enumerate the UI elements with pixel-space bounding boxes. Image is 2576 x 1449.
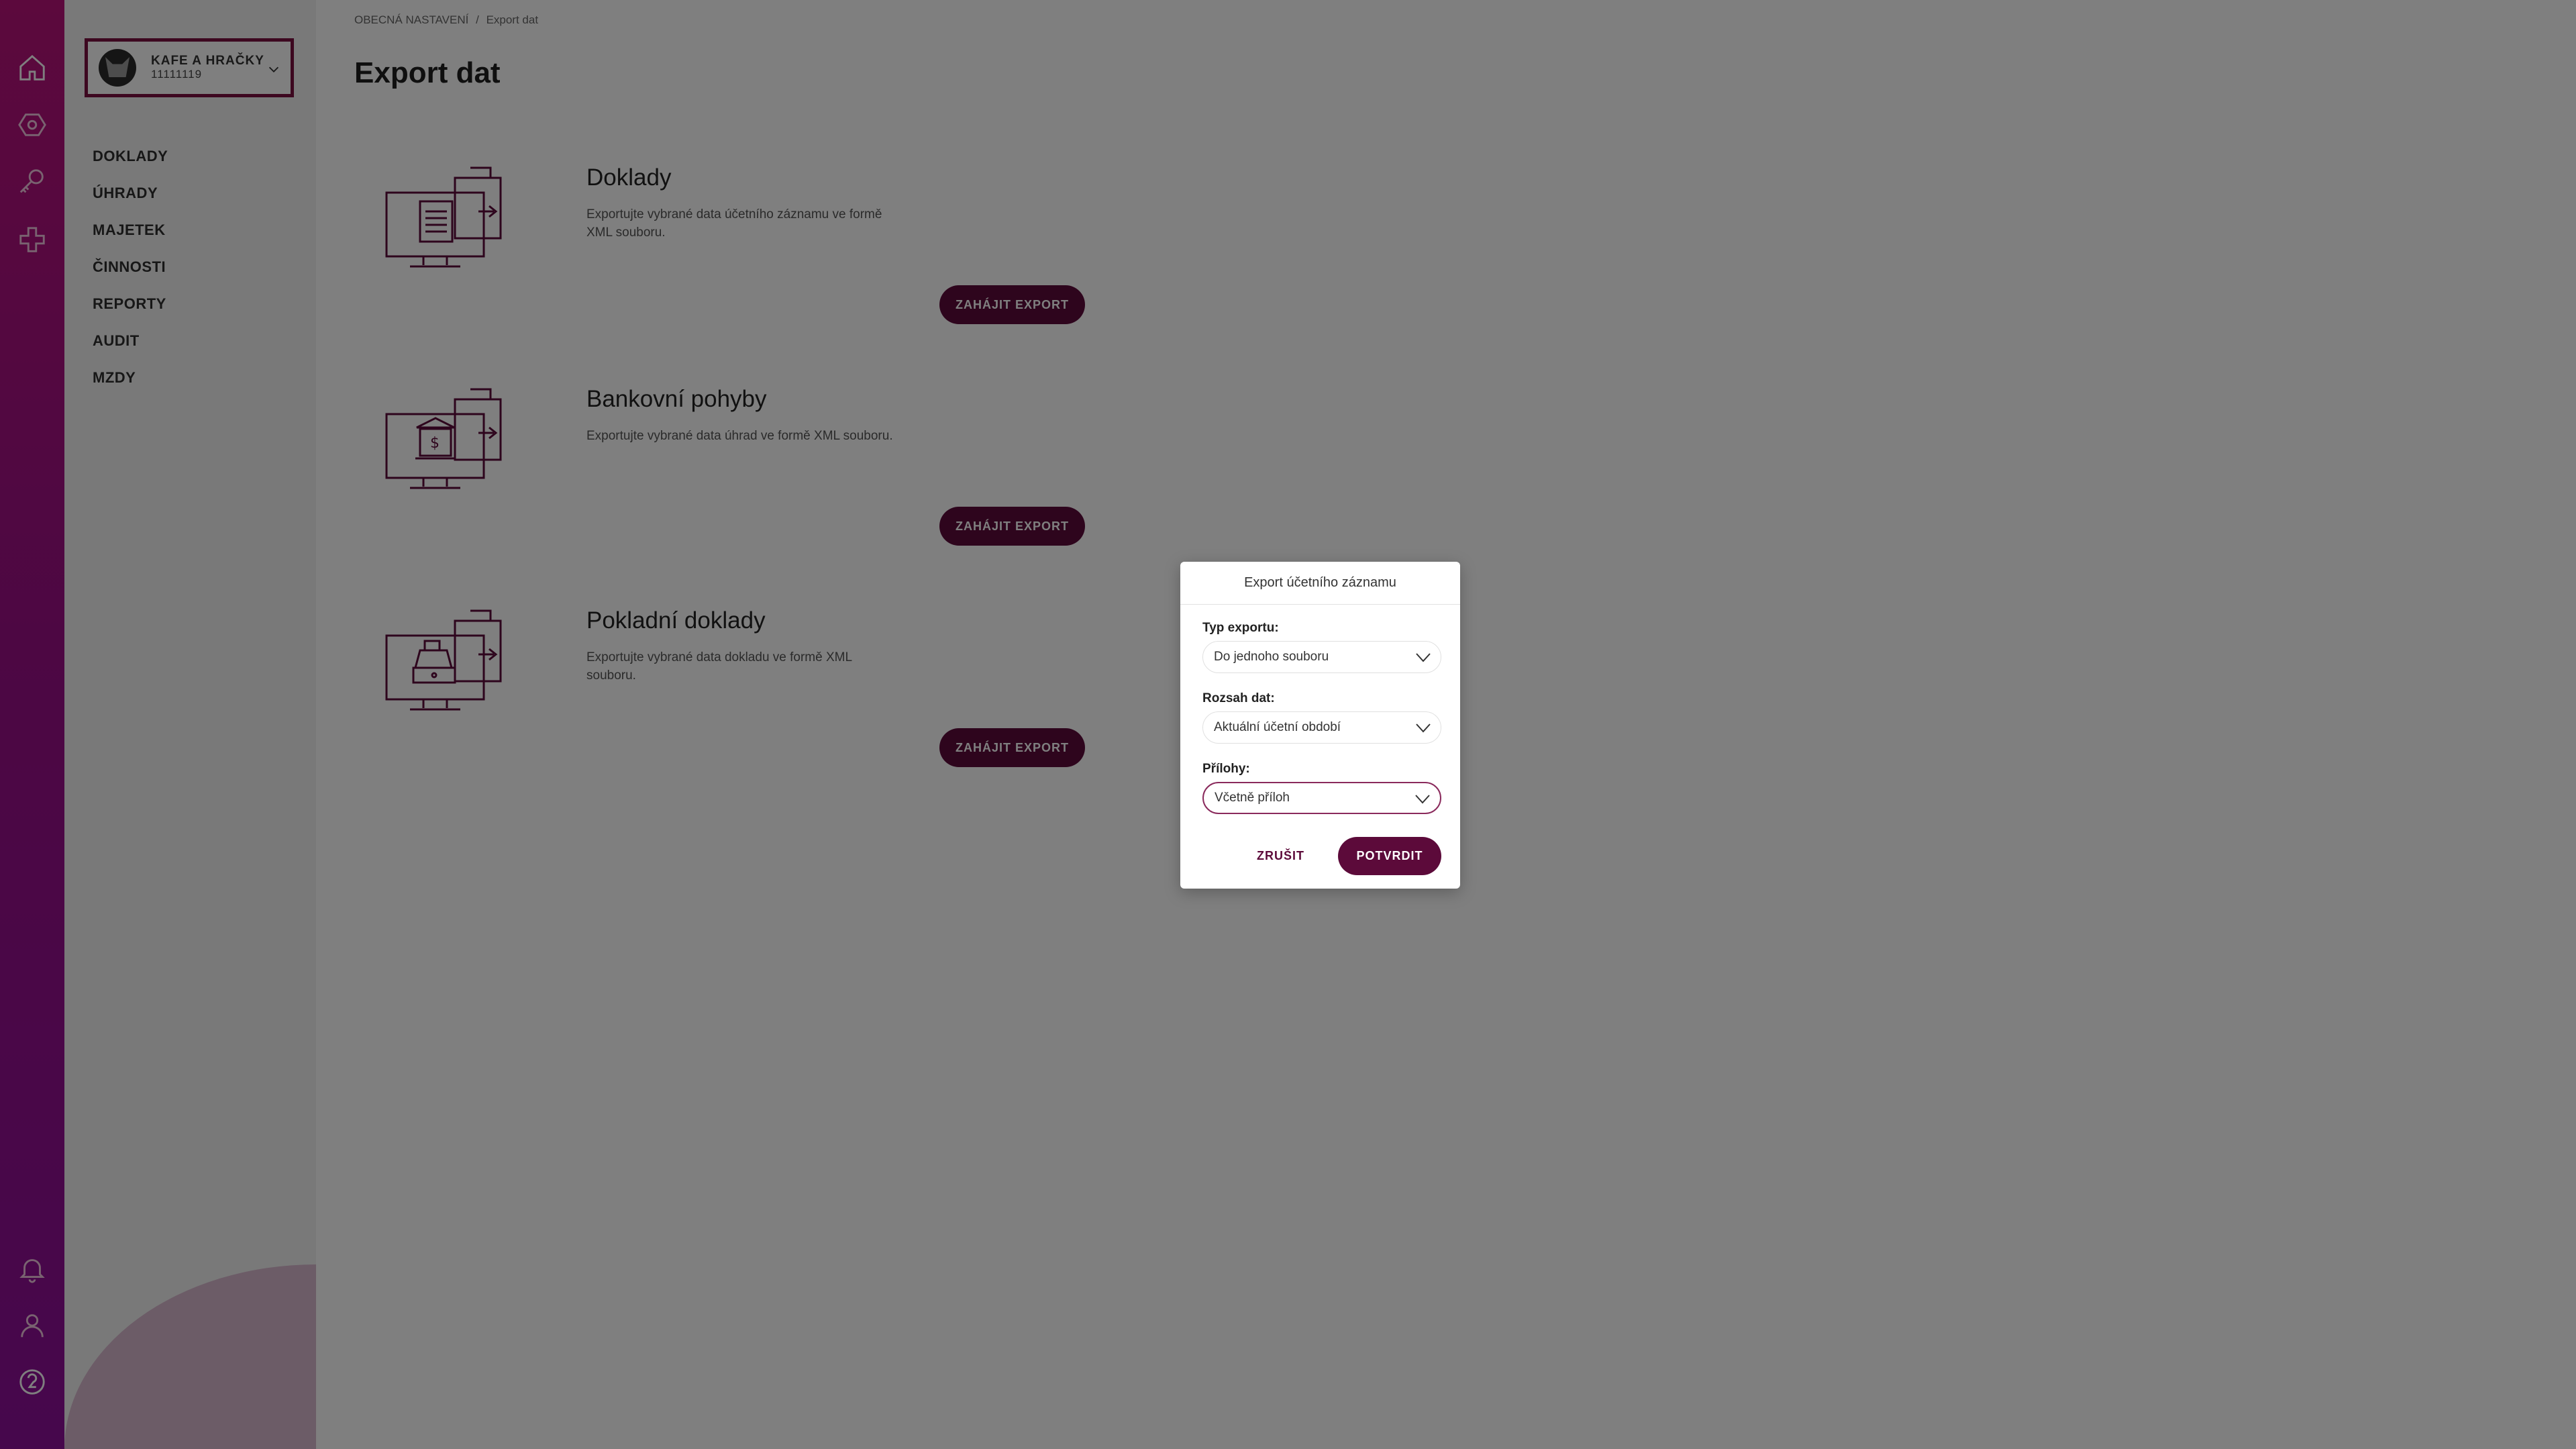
export-type-select[interactable]: Do jednoho souboru	[1202, 641, 1441, 673]
select-value: Včetně příloh	[1215, 791, 1290, 805]
chevron-down-icon	[1415, 795, 1430, 804]
confirm-button[interactable]: POTVRDIT	[1338, 837, 1441, 875]
field-label: Rozsah dat:	[1202, 691, 1275, 705]
field-label: Přílohy:	[1202, 762, 1250, 776]
data-range-select[interactable]: Aktuální účetní období	[1202, 711, 1441, 744]
field-export-type: Typ exportu: Do jednoho souboru	[1202, 621, 1441, 673]
export-dialog: Export účetního záznamu Typ exportu: Do …	[1180, 562, 1460, 889]
attachments-select[interactable]: Včetně příloh	[1202, 782, 1441, 814]
cancel-button[interactable]: ZRUŠIT	[1257, 849, 1304, 863]
field-label: Typ exportu:	[1202, 621, 1279, 635]
field-data-range: Rozsah dat: Aktuální účetní období	[1202, 691, 1441, 744]
select-value: Aktuální účetní období	[1214, 720, 1341, 734]
field-attachments: Přílohy: Včetně příloh	[1202, 762, 1441, 814]
select-value: Do jednoho souboru	[1214, 650, 1329, 664]
chevron-down-icon	[1416, 723, 1431, 733]
dialog-actions: ZRUŠIT POTVRDIT	[1257, 837, 1441, 875]
dialog-title: Export účetního záznamu	[1180, 562, 1460, 605]
chevron-down-icon	[1416, 653, 1431, 662]
